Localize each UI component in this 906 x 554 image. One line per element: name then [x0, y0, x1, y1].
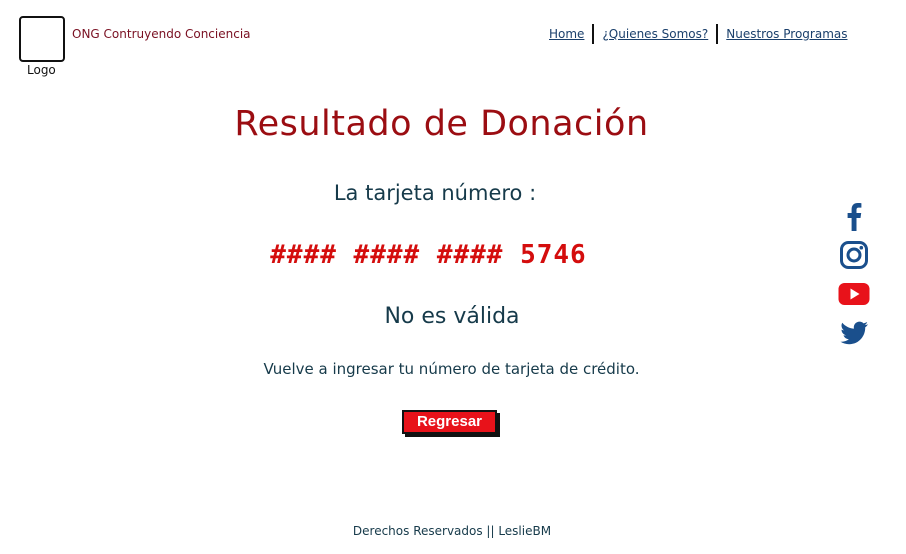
facebook-icon[interactable] — [838, 200, 870, 232]
twitter-icon[interactable] — [838, 317, 870, 349]
page: Logo ONG Contruyendo Conciencia Home ¿Qu… — [0, 0, 906, 554]
nav-divider — [592, 24, 595, 44]
nav-link-nuestros-programas[interactable]: Nuestros Programas — [726, 27, 847, 41]
masked-card-number: #### #### #### 5746 — [270, 240, 587, 270]
social-links — [838, 200, 872, 356]
instagram-icon[interactable] — [838, 239, 870, 271]
footer-text: Derechos Reservados || LeslieBM — [352, 524, 552, 538]
page-title: Resultado de Donación — [234, 104, 649, 144]
validation-status: No es válida — [384, 304, 520, 329]
nav-link-home[interactable]: Home — [549, 27, 584, 41]
youtube-icon[interactable] — [838, 278, 870, 310]
back-button[interactable]: Regresar — [402, 410, 497, 434]
nav-link-quienes-somos[interactable]: ¿Quienes Somos? — [602, 27, 708, 41]
nav-divider — [716, 24, 719, 44]
org-name: ONG Contruyendo Conciencia — [72, 27, 251, 41]
logo-label: Logo — [27, 63, 56, 77]
top-nav: Home ¿Quienes Somos? Nuestros Programas — [549, 24, 848, 44]
card-label: La tarjeta número : — [333, 181, 537, 205]
logo-placeholder[interactable] — [19, 16, 65, 62]
instruction-text: Vuelve a ingresar tu número de tarjeta d… — [263, 360, 640, 378]
